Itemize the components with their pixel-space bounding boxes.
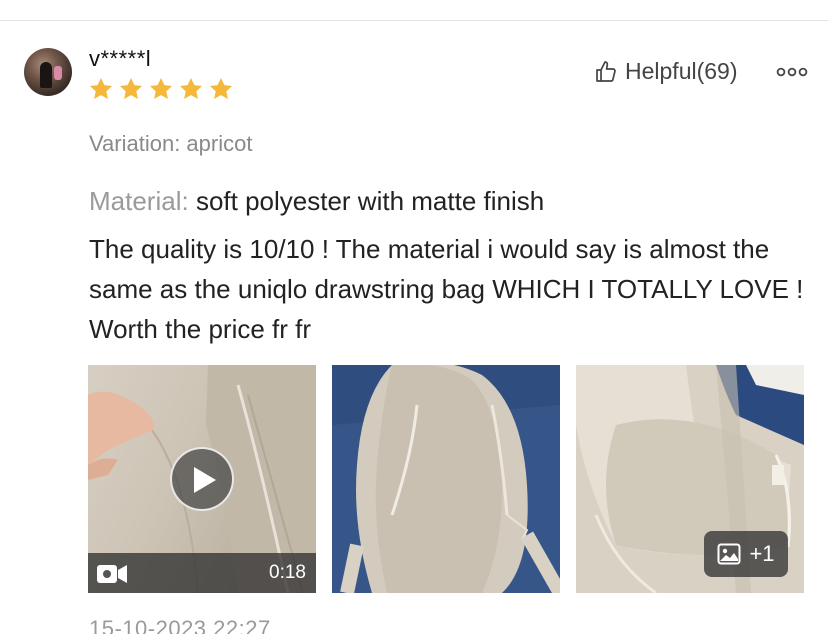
review-photo-thumbnail[interactable] (332, 365, 560, 593)
image-icon (717, 543, 741, 565)
thumbs-up-icon (596, 60, 616, 82)
star-icon (119, 77, 143, 99)
more-options-icon[interactable] (776, 64, 808, 80)
material-value: soft polyester with matte finish (195, 186, 545, 216)
play-icon (194, 467, 216, 493)
top-divider (0, 20, 828, 21)
more-media-badge[interactable]: +1 (704, 531, 788, 577)
play-button[interactable] (170, 447, 234, 511)
star-icon (179, 77, 203, 99)
review-timestamp: 15-10-2023 22:27 (89, 616, 271, 634)
star-icon (209, 77, 233, 99)
backpack-photo (332, 365, 560, 593)
video-info-bar: 0:18 (88, 553, 316, 593)
helpful-button[interactable]: Helpful(69) (594, 58, 738, 85)
variation-text: Variation: apricot (89, 131, 253, 156)
review-photo-more-thumbnail[interactable]: +1 (576, 365, 804, 593)
rating-stars (88, 76, 234, 102)
material-line: Material: soft polyester with matte fini… (89, 186, 544, 217)
star-icon (89, 77, 113, 99)
video-camera-icon (97, 565, 127, 583)
video-duration: 0:18 (269, 562, 306, 583)
avatar-detail (54, 66, 62, 80)
material-label: Material: (89, 186, 189, 216)
more-media-count: +1 (749, 541, 775, 566)
avatar-figure (40, 62, 52, 88)
star-icon (149, 77, 173, 99)
reviewer-username: v*****l (89, 46, 152, 71)
helpful-label: Helpful(69) (625, 58, 738, 84)
avatar[interactable] (24, 48, 72, 96)
review-text: The quality is 10/10 ! The material i wo… (89, 234, 818, 344)
review-video-thumbnail[interactable]: 0:18 (88, 365, 316, 593)
